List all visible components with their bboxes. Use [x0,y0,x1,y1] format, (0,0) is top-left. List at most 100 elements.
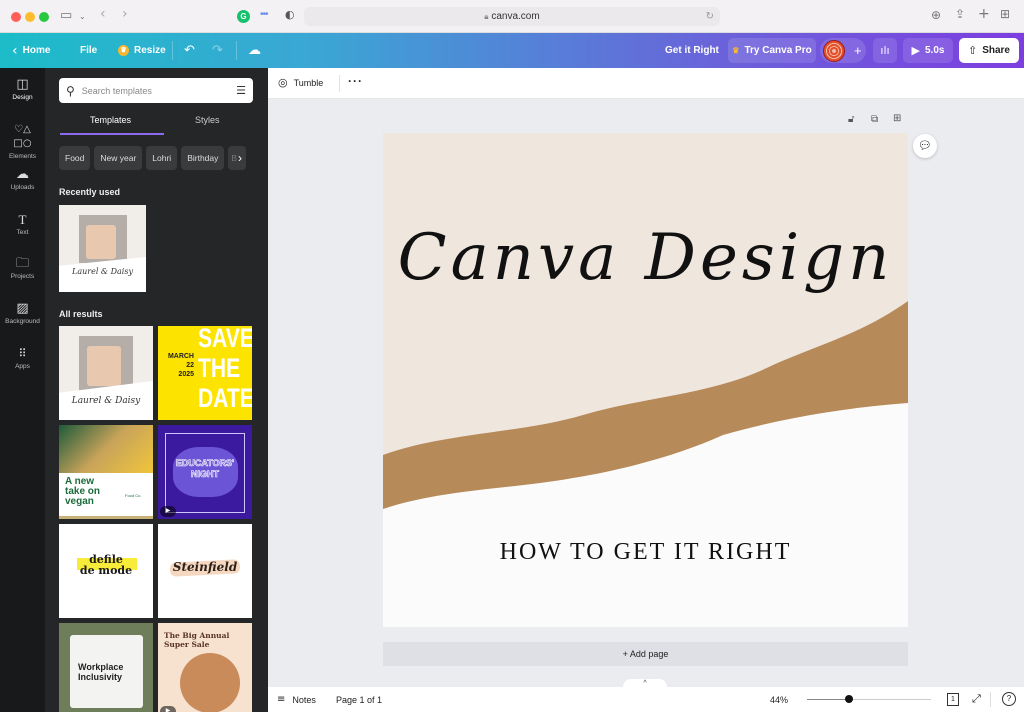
side-rail: ◫ Design ♡△ □○ Elements ☁︎ Uploads T Text 🗀︎ P… [0,68,45,712]
template-workplace-inclusivity[interactable]: Workplace Inclusivity [59,623,153,712]
rail-item-text[interactable]: T Text [0,213,45,237]
editor-header: ‹ Home File ♛ Resize ↶ ↷ ☁︎ Get it Right… [0,33,1024,68]
crown-icon: ♛ [732,46,740,55]
tab-overview-icon[interactable]: ⊞ [1000,7,1010,21]
zoom-slider-handle[interactable] [845,695,853,703]
design-title[interactable]: Get it Right [665,33,719,68]
insights-button[interactable]: ılı [873,38,897,63]
template-big-annual-sale[interactable]: The Big Annual Super Sale ▶ [158,623,252,712]
notes-label: Notes [292,694,316,705]
chevron-right-icon[interactable]: › [238,151,242,165]
tab-templates[interactable]: Templates [90,115,131,125]
address-bar[interactable]: 🔒︎ canva.com ↻ [304,7,720,26]
rail-item-projects[interactable]: 🗀︎ Projects [0,256,45,281]
duplicate-page-icon[interactable]: ⧉ [871,114,878,125]
try-canva-pro-button[interactable]: ♛ Try Canva Pro [728,38,816,63]
design-subtitle[interactable]: HOW TO GET IT RIGHT [383,539,908,566]
redo-icon: ↷ [212,43,223,58]
download-icon[interactable]: ⊕ [931,8,941,22]
close-window-button[interactable] [11,12,21,22]
text-line: Inclusivity [78,672,123,682]
file-menu-button[interactable]: File [80,33,97,68]
design-title-text: Get it Right [665,45,719,56]
add-page-button[interactable]: + Add page [383,642,908,666]
add-collaborator-icon[interactable]: + [854,43,862,58]
notes-button[interactable]: ≡ Notes [277,694,316,705]
recently-used-heading: Recently used [59,187,121,197]
template-save-the-date[interactable]: MARCH 22 2025 SAVE THE DATE [158,326,252,420]
redo-button[interactable]: ↷ [212,33,223,68]
bar-chart-icon: ılı [880,44,890,57]
user-avatar[interactable] [823,39,845,62]
back-icon[interactable]: ‹ [100,6,106,22]
chip-food[interactable]: Food [59,146,91,170]
home-button[interactable]: ‹ Home [12,33,50,68]
play-duration: 5.0s [925,45,945,56]
privacy-shield-icon[interactable]: ◐ [285,8,295,21]
reload-icon[interactable]: ↻ [706,7,714,26]
save-status-button[interactable]: ☁︎ [248,33,261,68]
minimize-window-button[interactable] [25,12,35,22]
headline-line: THE [198,353,241,383]
tab-styles[interactable]: Styles [195,115,220,125]
rail-label: Text [16,229,29,236]
filter-icon[interactable]: ☰ [236,84,246,97]
rail-item-uploads[interactable]: ☁︎ Uploads [0,168,45,192]
template-laurel-daisy-recent[interactable]: Laurel & Daisy [59,205,146,292]
search-templates-input[interactable]: ⚲ Search templates ☰ [59,78,253,103]
chip-birthday[interactable]: Birthday [181,146,225,170]
editor-stage: 🔓︎ ⧉ ⊞ Canva Design HOW TO GET IT RIGHT … [268,99,1024,689]
browser-toolbar: ▭ ⌄ ‹ › G ••• ◐ 🔒︎ canva.com ↻ ⊕ ⇪ + ⊞ [0,0,1024,33]
design-page[interactable]: Canva Design HOW TO GET IT RIGHT [383,133,908,627]
rail-item-design[interactable]: ◫ Design [0,78,45,102]
rail-item-apps[interactable]: ⠿ Apps [0,347,45,370]
template-educators-night[interactable]: EDUCATORS' NIGHT ▶ [158,425,252,519]
photo [180,653,240,712]
chevron-down-icon[interactable]: ⌄ [79,12,86,21]
video-play-icon: ▶ [160,506,176,517]
headline-line: SAVE [198,326,252,353]
undo-button[interactable]: ↶ [184,33,195,68]
video-play-icon: ▶ [160,706,176,712]
zoom-window-button[interactable] [39,12,49,22]
folder-icon: 🗀︎ [15,256,29,271]
chip-partial[interactable]: B › [228,146,247,170]
new-tab-icon[interactable]: + [978,6,990,22]
template-defile-de-mode[interactable]: defile de mode [59,524,153,618]
more-options-icon[interactable]: ··· [348,74,363,88]
forward-icon[interactable]: › [122,6,128,22]
template-text: EDUCATORS' NIGHT [158,458,252,480]
add-comment-button[interactable]: 💬︎ [913,134,937,158]
resize-button[interactable]: ♛ Resize [118,33,166,68]
design-title[interactable]: Canva Design [383,221,908,295]
help-button[interactable]: ? [1002,692,1016,706]
share-label: Share [982,45,1010,56]
rail-label: Uploads [10,184,35,191]
extension-icon[interactable]: ••• [260,9,268,20]
chip-new-year[interactable]: New year [94,146,143,170]
template-steinfield[interactable]: Steinfield [158,524,252,618]
share-button[interactable]: ⇧ Share [959,38,1019,63]
chip-lohri[interactable]: Lohri [146,146,178,170]
rail-label: Background [5,318,40,325]
fullscreen-icon[interactable]: ⤢ [972,692,981,706]
template-text: Laurel & Daisy [72,267,133,276]
rail-item-background[interactable]: ▨ Background [0,302,45,326]
collaborators: + [820,38,866,63]
share-sheet-icon[interactable]: ⇪ [955,7,965,21]
date-line: 22 [186,362,194,369]
zoom-slider[interactable] [807,695,931,703]
grammarly-icon[interactable]: G [237,10,250,23]
page-grid-view-button[interactable]: 1 [947,693,959,706]
lock-page-icon[interactable]: 🔓︎ [848,114,854,125]
template-laurel-daisy[interactable]: Laurel & Daisy [59,326,153,420]
present-button[interactable]: ▶ 5.0s [903,38,953,63]
text-line: NIGHT [191,469,220,480]
template-vegan[interactable]: A new take on vegan Food Co. [59,425,153,519]
add-page-icon[interactable]: ⊞ [893,113,901,124]
sidebar-toggle-icon[interactable]: ▭ [60,8,72,23]
zoom-percentage[interactable]: 44% [770,695,788,705]
rail-item-elements[interactable]: ♡△ □○ Elements [0,123,45,160]
animation-button[interactable]: ◎ Tumble [278,76,323,89]
brand-text: Food Co. [125,493,142,498]
